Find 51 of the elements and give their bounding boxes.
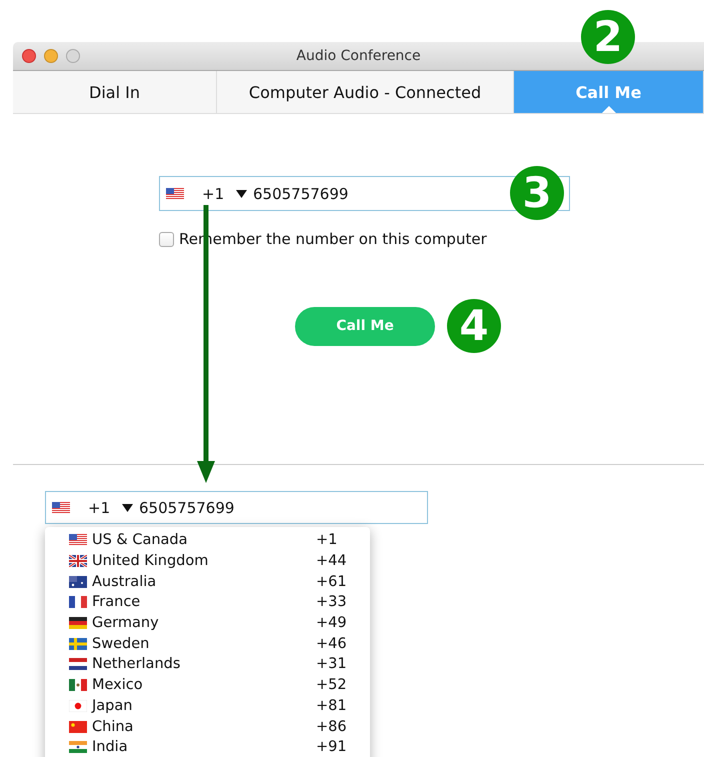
country-option[interactable]: France [92, 594, 316, 610]
country-code-option[interactable]: +33 [316, 594, 347, 610]
caret-icon[interactable] [122, 504, 133, 512]
country-code-option[interactable]: +46 [316, 636, 347, 652]
country-option[interactable]: Australia [92, 574, 316, 590]
window-title: Audio Conference [296, 48, 421, 64]
country-code[interactable]: +1 [202, 184, 236, 202]
country-code-option[interactable]: +1 [316, 532, 338, 548]
minimize-button[interactable] [44, 49, 58, 63]
tab[interactable]: Computer Audio - Connected [217, 71, 514, 113]
close-button[interactable] [22, 49, 36, 63]
phone-number-value: 6505757699 [139, 498, 234, 516]
country-code-option[interactable]: +86 [316, 718, 347, 735]
flag-icon [69, 576, 87, 588]
country-option[interactable]: India [92, 739, 316, 756]
country-code-option[interactable]: +44 [316, 553, 347, 570]
country-option[interactable]: US & Canada [92, 532, 316, 548]
country-option[interactable]: China [92, 718, 316, 735]
flag-icon [69, 679, 87, 692]
flag-icon [69, 555, 87, 568]
phone-number-value: 6505757699 [253, 184, 348, 202]
flag-icon [69, 596, 87, 608]
caret-icon[interactable] [236, 190, 247, 198]
tab[interactable]: Dial In [13, 71, 217, 113]
country-option[interactable]: Sweden [92, 636, 316, 652]
country-option[interactable]: Germany [92, 615, 316, 632]
country-option[interactable]: Mexico [92, 677, 316, 694]
country-code-option[interactable]: +91 [316, 739, 347, 756]
flag-icon [69, 720, 87, 733]
country-code-option[interactable]: +52 [316, 677, 347, 694]
flag-icon [69, 700, 87, 712]
flag-icon [69, 638, 87, 650]
country-option[interactable]: United Kingdom [92, 553, 316, 570]
phone-number-field[interactable]: +1 6505757699 [45, 491, 428, 524]
country-code-option[interactable]: +31 [316, 656, 347, 672]
flag-icon [69, 534, 87, 546]
flag-icon [166, 188, 184, 200]
checkbox[interactable] [159, 232, 174, 246]
flag-icon [69, 617, 87, 630]
flag-icon [52, 502, 70, 514]
flag-icon [69, 658, 87, 670]
step-marker: 4 [447, 299, 501, 353]
country-code-option[interactable]: +49 [316, 615, 347, 632]
step-marker: 3 [510, 166, 564, 220]
country-code[interactable]: +1 [88, 498, 122, 516]
step-marker: 2 [581, 10, 635, 64]
country-code-option[interactable]: +61 [316, 574, 347, 590]
country-code-option[interactable]: +81 [316, 698, 347, 714]
country-option[interactable]: Japan [92, 698, 316, 714]
country-option[interactable]: Netherlands [92, 656, 316, 672]
flag-icon [69, 741, 87, 754]
